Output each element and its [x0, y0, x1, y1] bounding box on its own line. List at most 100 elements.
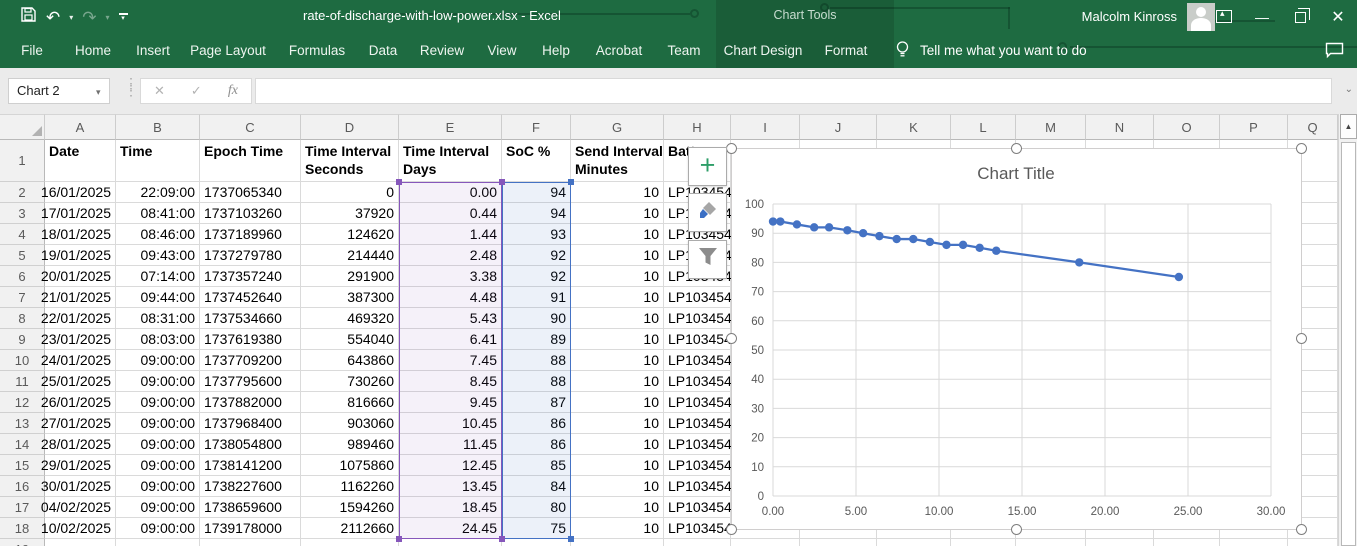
tab-chart-design[interactable]: Chart Design [724, 33, 803, 68]
cell-H10[interactable]: LP103454 [664, 350, 732, 371]
col-header-A[interactable]: A [45, 114, 116, 140]
cell-H11[interactable]: LP103454 [664, 371, 732, 392]
cell-A9[interactable]: 23/01/2025 [41, 329, 116, 350]
cell-B5[interactable]: 09:43:00 [116, 245, 200, 266]
cell-A2[interactable]: 16/01/2025 [41, 182, 116, 203]
cell-P19[interactable] [1220, 539, 1288, 546]
tab-acrobat[interactable]: Acrobat [596, 33, 643, 68]
restore-icon[interactable] [1281, 0, 1319, 33]
cell-C2[interactable]: 1737065340 [200, 182, 301, 203]
cell-D10[interactable]: 643860 [301, 350, 399, 371]
cell-A8[interactable]: 22/01/2025 [41, 308, 116, 329]
cell-G13[interactable]: 10 [571, 413, 664, 434]
comment-icon[interactable] [1325, 42, 1344, 64]
cell-B15[interactable]: 09:00:00 [116, 455, 200, 476]
cell-F8[interactable]: 90 [502, 308, 571, 329]
cell-D14[interactable]: 989460 [301, 434, 399, 455]
cell-E4[interactable]: 1.44 [399, 224, 502, 245]
cell-H7[interactable]: LP103454 [664, 287, 732, 308]
cell-E13[interactable]: 10.45 [399, 413, 502, 434]
col-header-J[interactable]: J [800, 114, 877, 140]
cell-B2[interactable]: 22:09:00 [116, 182, 200, 203]
cell-E16[interactable]: 13.45 [399, 476, 502, 497]
cell-G4[interactable]: 10 [571, 224, 664, 245]
cell-G10[interactable]: 10 [571, 350, 664, 371]
cell-M19[interactable] [1016, 539, 1086, 546]
cell-B6[interactable]: 07:14:00 [116, 266, 200, 287]
cell-E11[interactable]: 8.45 [399, 371, 502, 392]
cell-A5[interactable]: 19/01/2025 [41, 245, 116, 266]
cell-F17[interactable]: 80 [502, 497, 571, 518]
name-box[interactable]: Chart 2 [8, 78, 110, 104]
cell-F5[interactable]: 92 [502, 245, 571, 266]
cell-H9[interactable]: LP103454 [664, 329, 732, 350]
cell-G3[interactable]: 10 [571, 203, 664, 224]
tab-insert[interactable]: Insert [136, 33, 170, 68]
tab-review[interactable]: Review [420, 33, 464, 68]
cell-B12[interactable]: 09:00:00 [116, 392, 200, 413]
row-header-7[interactable]: 7 [0, 287, 45, 308]
cell-C11[interactable]: 1737795600 [200, 371, 301, 392]
chart-resize-handle[interactable] [726, 524, 737, 535]
cell-A14[interactable]: 28/01/2025 [41, 434, 116, 455]
save-icon[interactable] [20, 6, 37, 28]
row-header-13[interactable]: 13 [0, 413, 45, 434]
chart-resize-handle[interactable] [726, 143, 737, 154]
cell-C14[interactable]: 1738054800 [200, 434, 301, 455]
col-header-L[interactable]: L [951, 114, 1016, 140]
cell-C12[interactable]: 1737882000 [200, 392, 301, 413]
cell-F18[interactable]: 75 [502, 518, 571, 539]
cell-A13[interactable]: 27/01/2025 [41, 413, 116, 434]
cell-H8[interactable]: LP103454 [664, 308, 732, 329]
cell-F13[interactable]: 86 [502, 413, 571, 434]
cell-E1[interactable]: Time Interval Days [399, 140, 502, 182]
undo-dropdown-icon[interactable]: ▾ [69, 13, 73, 22]
cell-H12[interactable]: LP103454 [664, 392, 732, 413]
ribbon-display-options-icon[interactable] [1205, 0, 1243, 33]
cell-H18[interactable]: LP103454 [664, 518, 732, 539]
cell-H15[interactable]: LP103454 [664, 455, 732, 476]
cell-D2[interactable]: 0 [301, 182, 399, 203]
cell-F4[interactable]: 93 [502, 224, 571, 245]
cell-D8[interactable]: 469320 [301, 308, 399, 329]
undo-icon[interactable]: ↶ [46, 9, 60, 26]
cell-F9[interactable]: 89 [502, 329, 571, 350]
chart-styles-button[interactable] [688, 193, 727, 232]
cell-C6[interactable]: 1737357240 [200, 266, 301, 287]
cell-G11[interactable]: 10 [571, 371, 664, 392]
scrollbar-thumb[interactable] [1341, 142, 1356, 546]
cell-F3[interactable]: 94 [502, 203, 571, 224]
scroll-up-icon[interactable]: ▲ [1340, 114, 1357, 139]
cell-B11[interactable]: 09:00:00 [116, 371, 200, 392]
cell-H16[interactable]: LP103454 [664, 476, 732, 497]
cell-E2[interactable]: 0.00 [399, 182, 502, 203]
cell-G5[interactable]: 10 [571, 245, 664, 266]
row-header-5[interactable]: 5 [0, 245, 45, 266]
name-box-dropdown-icon[interactable]: ▾ [96, 87, 101, 98]
row-header-8[interactable]: 8 [0, 308, 45, 329]
col-header-C[interactable]: C [200, 114, 301, 140]
cell-C1[interactable]: Epoch Time [200, 140, 301, 182]
cell-G18[interactable]: 10 [571, 518, 664, 539]
cell-C10[interactable]: 1737709200 [200, 350, 301, 371]
cell-N19[interactable] [1086, 539, 1154, 546]
cell-G1[interactable]: Send Interval Minutes [571, 140, 664, 182]
col-header-P[interactable]: P [1220, 114, 1288, 140]
tab-page-layout[interactable]: Page Layout [190, 33, 266, 68]
cell-A17[interactable]: 04/02/2025 [41, 497, 116, 518]
vertical-scrollbar[interactable]: ▲ [1338, 114, 1357, 546]
cell-F12[interactable]: 87 [502, 392, 571, 413]
cell-F2[interactable]: 94 [502, 182, 571, 203]
cell-E5[interactable]: 2.48 [399, 245, 502, 266]
cell-A12[interactable]: 26/01/2025 [41, 392, 116, 413]
cell-C15[interactable]: 1738141200 [200, 455, 301, 476]
col-header-M[interactable]: M [1016, 114, 1086, 140]
chart-resize-handle[interactable] [1296, 143, 1307, 154]
cell-F15[interactable]: 85 [502, 455, 571, 476]
cell-D6[interactable]: 291900 [301, 266, 399, 287]
cell-F16[interactable]: 84 [502, 476, 571, 497]
cell-H13[interactable]: LP103454 [664, 413, 732, 434]
col-header-N[interactable]: N [1086, 114, 1154, 140]
cell-D4[interactable]: 124620 [301, 224, 399, 245]
cell-C13[interactable]: 1737968400 [200, 413, 301, 434]
